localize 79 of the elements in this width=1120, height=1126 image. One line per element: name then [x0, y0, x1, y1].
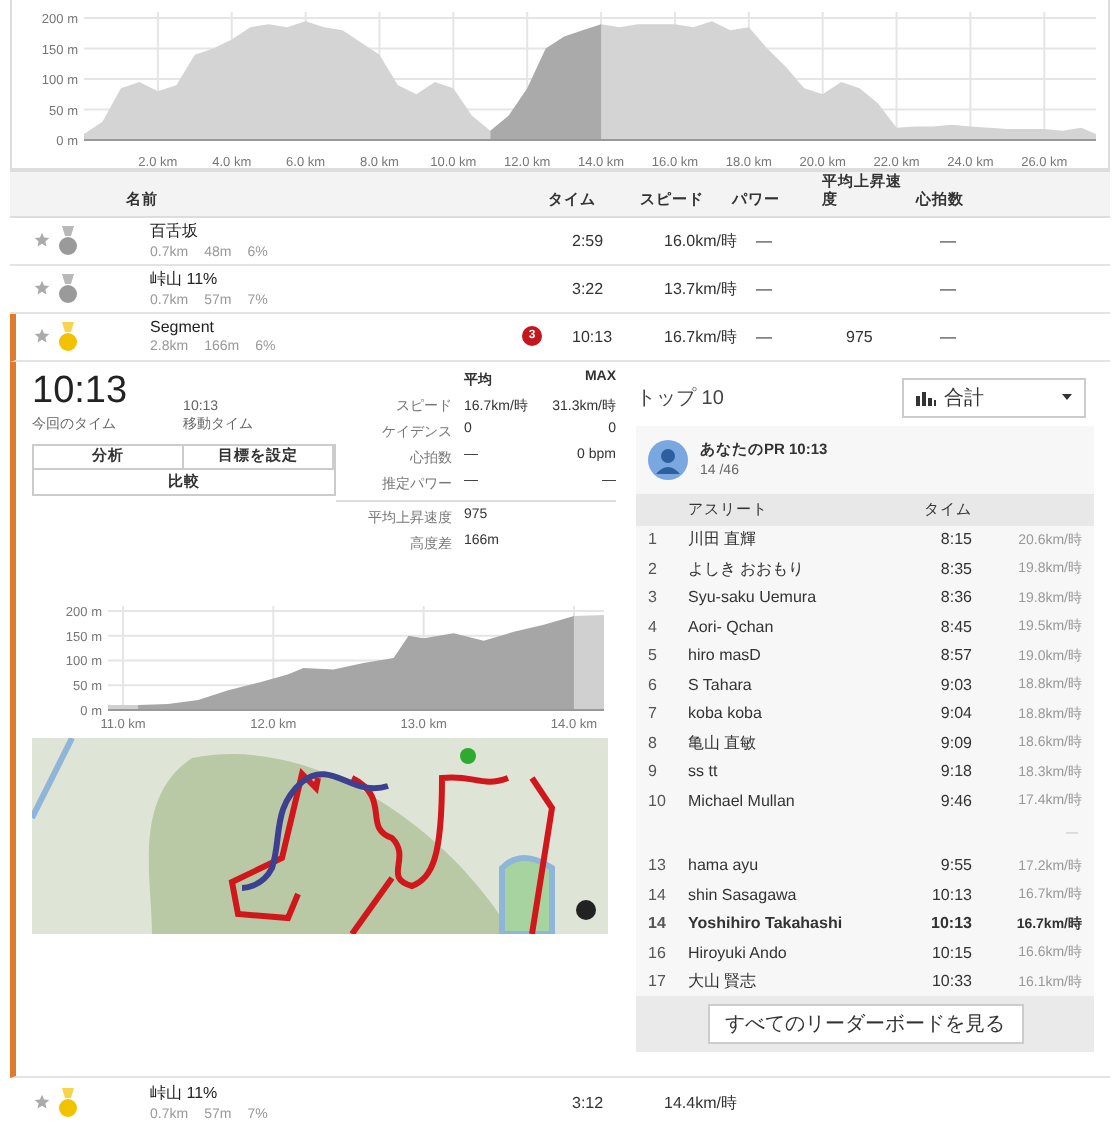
- athlete-name[interactable]: Syu-saku Uemura: [688, 588, 908, 607]
- athlete-name[interactable]: shin Sasagawa: [688, 885, 908, 904]
- athlete-name[interactable]: S Tahara: [688, 675, 908, 694]
- heart-rate-cell-text: —: [940, 279, 958, 298]
- time-cell-text: 9:09: [938, 733, 972, 752]
- avatar-icon: [648, 439, 688, 480]
- medal-icon: [58, 1087, 78, 1118]
- rank-cell-text: 5: [648, 646, 659, 665]
- athlete-name[interactable]: hama ayu: [688, 856, 908, 875]
- athlete-name[interactable]: 大山 賢志: [688, 970, 908, 993]
- athlete-name[interactable]: 亀山 直敏: [688, 731, 908, 754]
- time-cell-text: 8:36: [938, 588, 972, 607]
- star-icon[interactable]: [34, 232, 50, 249]
- time-cell-text: 10:33: [929, 972, 972, 991]
- rank-cell-text: 9: [648, 762, 659, 781]
- speed-cell-text: 16.0km/時: [664, 229, 739, 252]
- time-cell-text: 3:12: [572, 1093, 606, 1112]
- time-cell-text: 8:57: [938, 646, 972, 665]
- bar-chart-icon: [916, 389, 936, 406]
- rank-cell-text: 6: [648, 675, 659, 694]
- speed-cell-text: 14.4km/時: [664, 1091, 739, 1114]
- time-cell-text: 10:15: [929, 943, 972, 962]
- time-cell-text: 8:45: [938, 617, 972, 636]
- athlete-name[interactable]: Michael Mullan: [688, 791, 908, 810]
- rank-cell-text: 1: [648, 530, 659, 549]
- rank-cell-text: 2: [648, 559, 659, 578]
- segment-name[interactable]: 峠山 11%: [150, 268, 522, 291]
- time-cell-text: 10:13: [929, 914, 972, 933]
- segment-name[interactable]: 百舌坂: [150, 220, 522, 243]
- climb-cell-text: 975: [846, 327, 875, 346]
- time-cell-text: 9:18: [938, 762, 972, 781]
- athlete-name[interactable]: Hiroyuki Ando: [688, 943, 908, 962]
- rank-cell-text: 3: [648, 588, 659, 607]
- heart-rate-cell-text: —: [940, 327, 958, 346]
- heart-rate-cell-text: —: [940, 231, 958, 250]
- time-cell-text: 3:22: [572, 279, 606, 298]
- time-cell-text: 10:13: [572, 327, 615, 346]
- rank-cell-text: 14: [648, 885, 668, 904]
- segment-name[interactable]: 峠山 11%: [150, 1082, 522, 1105]
- rank-cell-text: 7: [648, 704, 659, 723]
- rank-cell-text: 8: [648, 733, 659, 752]
- time-cell-text: 8:35: [938, 559, 972, 578]
- view-leaderboard-button[interactable]: すべてのリーダーボードを見る: [707, 1004, 1023, 1045]
- star-icon[interactable]: [34, 280, 50, 297]
- star-icon[interactable]: [34, 328, 50, 345]
- athlete-name[interactable]: 川田 直輝: [688, 528, 908, 551]
- power-cell-text: —: [756, 279, 774, 298]
- time-cell-text: 10:13: [929, 885, 972, 904]
- time-cell-text: 9:03: [938, 675, 972, 694]
- rank-cell-text: 17: [648, 972, 668, 991]
- speed-cell-text: 13.7km/時: [664, 277, 739, 300]
- segment-name[interactable]: Segment: [150, 318, 522, 337]
- rank-cell-text: 4: [648, 617, 659, 636]
- rank-cell-text: 10: [648, 791, 668, 810]
- filter-dropdown[interactable]: 合計: [902, 377, 1086, 418]
- athlete-name[interactable]: Aori- Qchan: [688, 617, 908, 636]
- star-icon[interactable]: [34, 1094, 50, 1111]
- elapsed-time: 10:13: [32, 369, 128, 414]
- rank-cell-text: 13: [648, 856, 668, 875]
- power-cell-text: —: [756, 327, 774, 346]
- athlete-name[interactable]: Yoshihiro Takahashi: [688, 914, 908, 933]
- rank-cell-text: 16: [648, 943, 668, 962]
- medal-icon: [58, 225, 78, 256]
- athlete-name[interactable]: ss tt: [688, 762, 908, 781]
- time-cell-text: 8:15: [938, 530, 972, 549]
- athlete-name[interactable]: hiro masD: [688, 646, 908, 665]
- athlete-name[interactable]: よしき おおもり: [688, 557, 908, 580]
- medal-icon: [58, 321, 78, 352]
- medal-icon: [58, 273, 78, 304]
- power-cell-text: —: [756, 231, 774, 250]
- leaderboard-title: トップ 10: [636, 385, 724, 412]
- time-cell-text: 2:59: [572, 231, 606, 250]
- athlete-name[interactable]: koba koba: [688, 704, 908, 723]
- caret-icon: [1062, 394, 1072, 401]
- time-cell-text: 9:55: [938, 856, 972, 875]
- time-cell-text: 9:04: [938, 704, 972, 723]
- time-cell-text: 9:46: [938, 791, 972, 810]
- rank-cell-text: 14: [648, 914, 668, 933]
- speed-cell-text: 16.7km/時: [664, 325, 739, 348]
